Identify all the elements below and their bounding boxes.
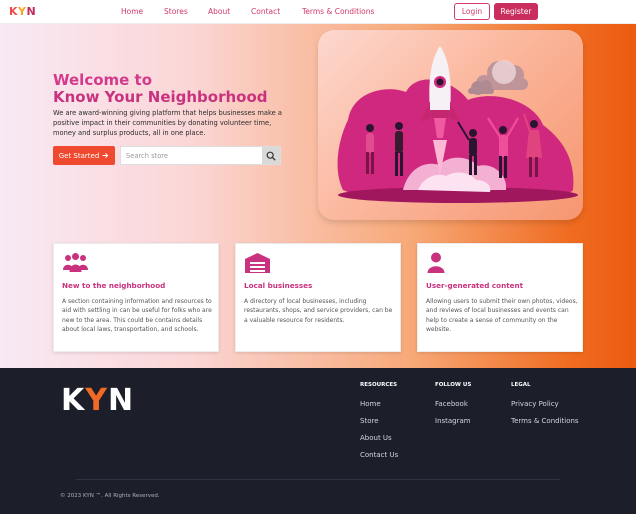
hero-title-line2: Know Your Neighborhood: [53, 88, 268, 106]
hero-title: Welcome to Know Your Neighborhood: [53, 72, 293, 106]
feature-text: A directory of local businesses, includi…: [244, 298, 393, 324]
nav-link-terms[interactable]: Terms & Conditions: [302, 7, 374, 16]
feature-text: A section containing information and res…: [62, 298, 212, 333]
store-search-bar: [120, 146, 281, 165]
nav-link-home[interactable]: Home: [121, 7, 143, 16]
footer-link-contact-us[interactable]: Contact Us: [360, 451, 398, 459]
hero-description: We are award-winning giving platform tha…: [53, 109, 282, 137]
footer-divider: [76, 479, 560, 480]
footer-link-facebook[interactable]: Facebook: [435, 400, 471, 408]
footer-column-legal: LEGAL Privacy Policy Terms & Conditions: [511, 382, 579, 434]
register-button[interactable]: Register: [494, 3, 538, 20]
footer-column-resources: RESOURCES Home Store About Us Contact Us: [360, 382, 398, 468]
get-started-label: Get Started: [58, 151, 100, 160]
feature-title: Local businesses: [244, 281, 313, 290]
footer-heading: FOLLOW US: [435, 382, 472, 388]
arrow-right-icon: [102, 153, 109, 158]
logo-letter-k: K: [9, 5, 19, 18]
feature-title: New to the neighborhood: [62, 281, 166, 290]
footer-link-home[interactable]: Home: [360, 400, 398, 408]
nav-link-about[interactable]: About: [208, 7, 230, 16]
footer-heading: LEGAL: [511, 382, 531, 388]
site-footer: KYN RESOURCES Home Store About Us Contac…: [0, 368, 636, 514]
feature-card-new-to-neighborhood: New to the neighborhood A section contai…: [53, 243, 219, 352]
copyright-text: © 2023 KYN ™. All Rights Reserved.: [60, 493, 160, 499]
feature-card-local-businesses: Local businesses A directory of local bu…: [235, 243, 401, 352]
feature-card-user-generated-content: User-generated content Allowing users to…: [417, 243, 583, 352]
search-icon: [266, 151, 276, 161]
logo-letter-y: Y: [18, 5, 27, 18]
hero-illustration-card: [318, 30, 583, 220]
get-started-button[interactable]: Get Started: [53, 146, 115, 165]
logo-letter-y: Y: [85, 383, 108, 418]
storefront-icon: [244, 252, 271, 278]
nav-link-stores[interactable]: Stores: [164, 7, 188, 16]
hero-title-line1: Welcome to: [53, 71, 153, 89]
brand-logo[interactable]: KYN: [9, 5, 36, 18]
logo-letter-k: K: [61, 383, 86, 418]
footer-link-privacy-policy[interactable]: Privacy Policy: [511, 400, 579, 408]
user-icon: [426, 252, 453, 278]
footer-link-store[interactable]: Store: [360, 417, 398, 425]
rocket-launch-illustration: [337, 46, 578, 203]
search-button[interactable]: [262, 147, 280, 164]
store-search-input[interactable]: [121, 147, 262, 164]
community-icon: [62, 252, 89, 278]
top-navbar: KYN Home Stores About Contact Terms & Co…: [0, 0, 636, 24]
feature-title: User-generated content: [426, 281, 524, 290]
logo-letter-n: N: [26, 5, 37, 18]
footer-link-instagram[interactable]: Instagram: [435, 417, 471, 425]
footer-column-follow-us: FOLLOW US Facebook Instagram: [435, 382, 471, 434]
footer-logo[interactable]: KYN: [61, 384, 134, 418]
login-button[interactable]: Login: [454, 3, 490, 20]
nav-link-contact[interactable]: Contact: [251, 7, 280, 16]
feature-text: Allowing users to submit their own photo…: [426, 298, 578, 333]
logo-letter-n: N: [107, 383, 135, 418]
footer-heading: RESOURCES: [360, 382, 398, 388]
footer-link-about-us[interactable]: About Us: [360, 434, 398, 442]
footer-link-terms[interactable]: Terms & Conditions: [511, 417, 579, 425]
